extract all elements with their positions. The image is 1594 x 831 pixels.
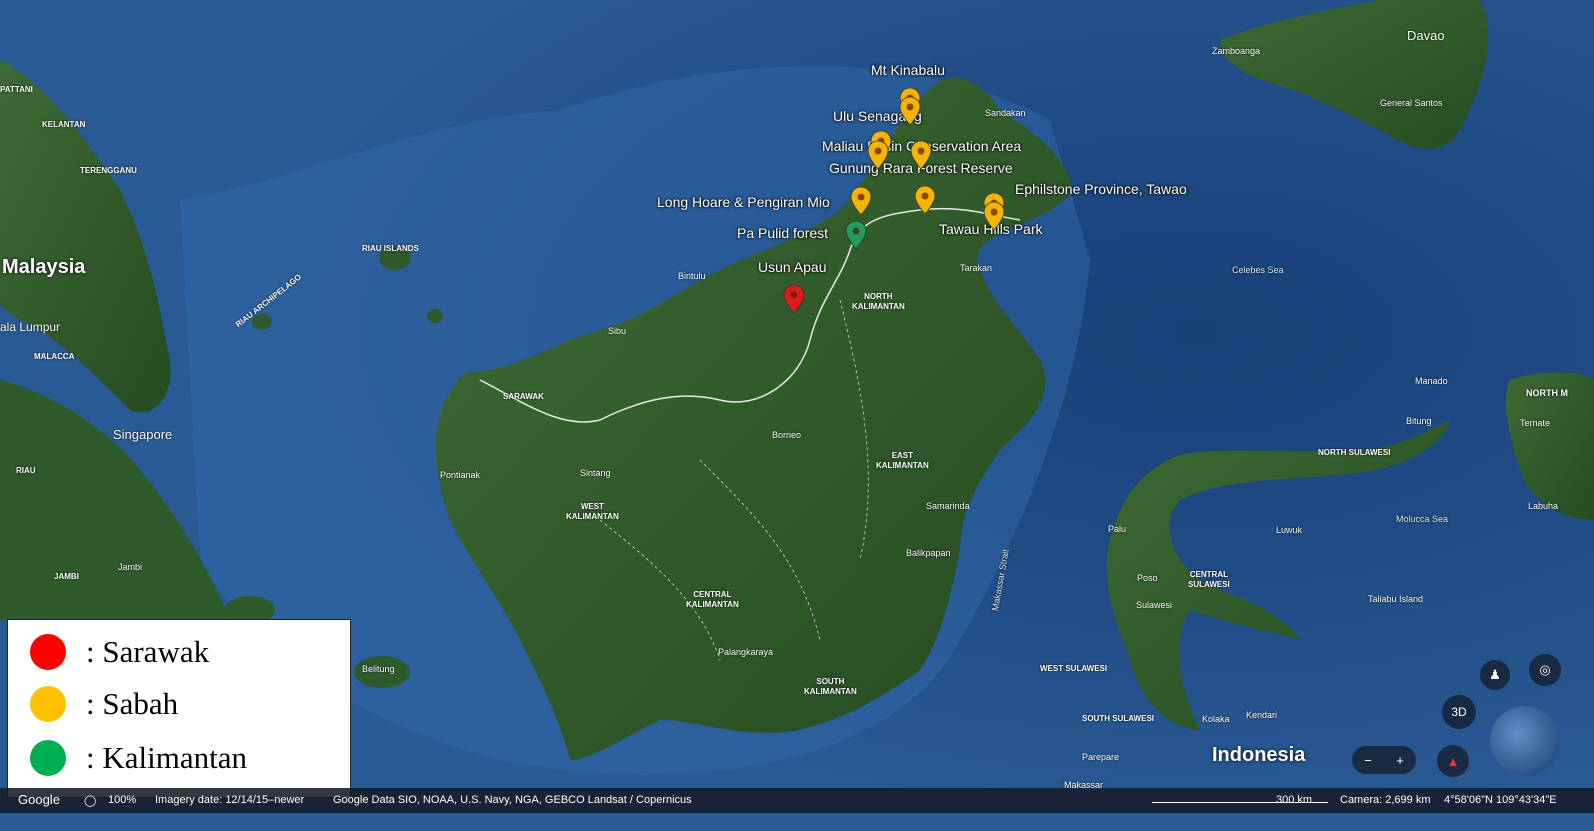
legend-dot-sabah [30,686,66,722]
legend-item-sarawak: : Sarawak [30,632,209,672]
pegman-icon[interactable]: ♟ [1480,660,1510,690]
label-singapore: Singapore [113,427,173,442]
map-pin-icon[interactable] [783,284,805,314]
label-bintulu: Bintulu [678,271,706,281]
label-jambi: JAMBI [54,572,79,581]
site-label-ephilstone: Ephilstone Province, Tawao [1015,181,1187,197]
label-east-kalimantan: EAST KALIMANTAN [876,451,929,470]
map-pin-icon[interactable] [899,96,921,126]
legend-dot-kalimantan [30,740,66,776]
label-bitung: Bitung [1406,416,1432,426]
label-tarakan: Tarakan [960,263,993,273]
label-kolaka: Kolaka [1202,714,1230,724]
label-parepare: Parepare [1082,752,1120,762]
zoom-percent: 100% [108,794,137,806]
label-palu: Palu [1108,524,1127,534]
label-north-m: NORTH M [1526,388,1568,398]
legend-item-sabah: : Sabah [30,684,178,724]
label-manado: Manado [1415,376,1448,386]
label-terengganu: TERENGGANU [80,166,137,175]
label-luwuk: Luwuk [1276,525,1303,535]
label-malacca: MALACCA [34,352,75,361]
label-central-sulawesi: CENTRAL SULAWESI [1188,570,1230,589]
label-sibu: Sibu [608,326,627,336]
status-bar: Google ◯ 100% Imagery date: 12/14/15–new… [0,788,1594,813]
scale-label: 300 km [1276,794,1313,806]
map-pin-icon[interactable] [850,186,872,216]
imagery-date: Imagery date: 12/14/15–newer [155,794,305,806]
label-south-sulawesi: SOUTH SULAWESI [1082,714,1155,723]
label-kelantan: KELANTAN [42,120,86,129]
label-general-santos: General Santos [1380,98,1443,108]
label-labuha: Labuha [1528,501,1559,511]
map-pin-icon[interactable] [983,201,1005,231]
site-label-pa-pulid: Pa Pulid forest [737,225,829,241]
label-sintang: Sintang [580,468,611,478]
legend-dot-sarawak [30,634,66,670]
site-label-long-hoare: Long Hoare & Pengiran Mio [657,194,830,210]
label-north-kalimantan: NORTH KALIMANTAN [852,292,905,311]
label-pontianak: Pontianak [440,470,481,480]
label-south-kalimantan: SOUTH KALIMANTAN [804,677,857,696]
label-borneo: Borneo [772,430,802,440]
map-pin-icon[interactable] [910,140,932,170]
label-balikpapan: Balikpapan [906,548,951,558]
map-view[interactable]: Malaysia Indonesia Singapore ala Lumpur … [0,0,1594,831]
label-sulawesi-town: Sulawesi [1136,600,1173,610]
label-ternate: Ternate [1520,418,1551,428]
label-west-kalimantan: WEST KALIMANTAN [566,502,619,521]
label-molucca-sea: Molucca Sea [1396,514,1449,524]
label-north-sulawesi: NORTH SULAWESI [1318,448,1391,457]
label-riau: RIAU [16,466,36,475]
label-indonesia: Indonesia [1212,744,1306,766]
label-davao: Davao [1407,28,1445,43]
label-kuala-lumpur: ala Lumpur [0,320,61,334]
legend-label-kalimantan: : Kalimantan [86,740,247,775]
legend: : Sarawak : Sabah : Kalimantan [7,619,351,798]
zoom-circle-icon: ◯ [84,795,97,807]
map-pin-icon[interactable] [845,220,867,250]
label-zamboanga: Zamboanga [1212,46,1261,56]
my-location-icon[interactable]: ◎ [1529,654,1561,686]
site-label-usun-apau: Usun Apau [758,259,827,275]
label-poso: Poso [1137,573,1158,583]
label-celebes-sea: Celebes Sea [1232,265,1284,275]
label-palangkaraya: Palangkaraya [718,647,774,657]
label-west-sulawesi: WEST SULAWESI [1040,664,1108,673]
label-taliabu: Taliabu Island [1368,594,1424,604]
label-samarinda: Samarinda [926,501,970,511]
label-riau-islands: RIAU ISLANDS [362,244,419,253]
label-kendari: Kendari [1246,710,1278,720]
legend-label-sabah: : Sabah [86,686,179,721]
map-pin-icon[interactable] [914,185,936,215]
zoom-in-button[interactable]: + [1396,753,1404,768]
cursor-coordinates: 4°58'06"N 109°43'34"E [1444,794,1557,806]
label-sarawak: SARAWAK [503,392,544,401]
zoom-control: − + [1352,746,1416,774]
label-sandakan: Sandakan [985,108,1026,118]
map-pin-icon[interactable] [867,140,889,170]
label-central-kalimantan: CENTRAL KALIMANTAN [686,590,739,609]
label-malaysia: Malaysia [2,256,86,278]
google-logo: Google [18,792,60,807]
label-pattani: PATTANI [0,85,33,94]
legend-item-kalimantan: : Kalimantan [30,738,247,778]
camera-altitude: Camera: 2,699 km [1340,794,1431,806]
site-label-mt-kinabalu: Mt Kinabalu [871,62,945,78]
zoom-out-button[interactable]: − [1364,753,1372,768]
data-attribution: Google Data SIO, NOAA, U.S. Navy, NGA, G… [333,794,692,806]
label-belitung: Belitung [362,664,395,674]
globe-icon[interactable] [1490,706,1560,776]
label-jambi-city: Jambi [118,562,143,572]
compass-icon[interactable]: ▲ [1437,745,1469,777]
legend-label-sarawak: : Sarawak [86,634,210,669]
three-d-button[interactable]: 3D [1442,695,1476,729]
